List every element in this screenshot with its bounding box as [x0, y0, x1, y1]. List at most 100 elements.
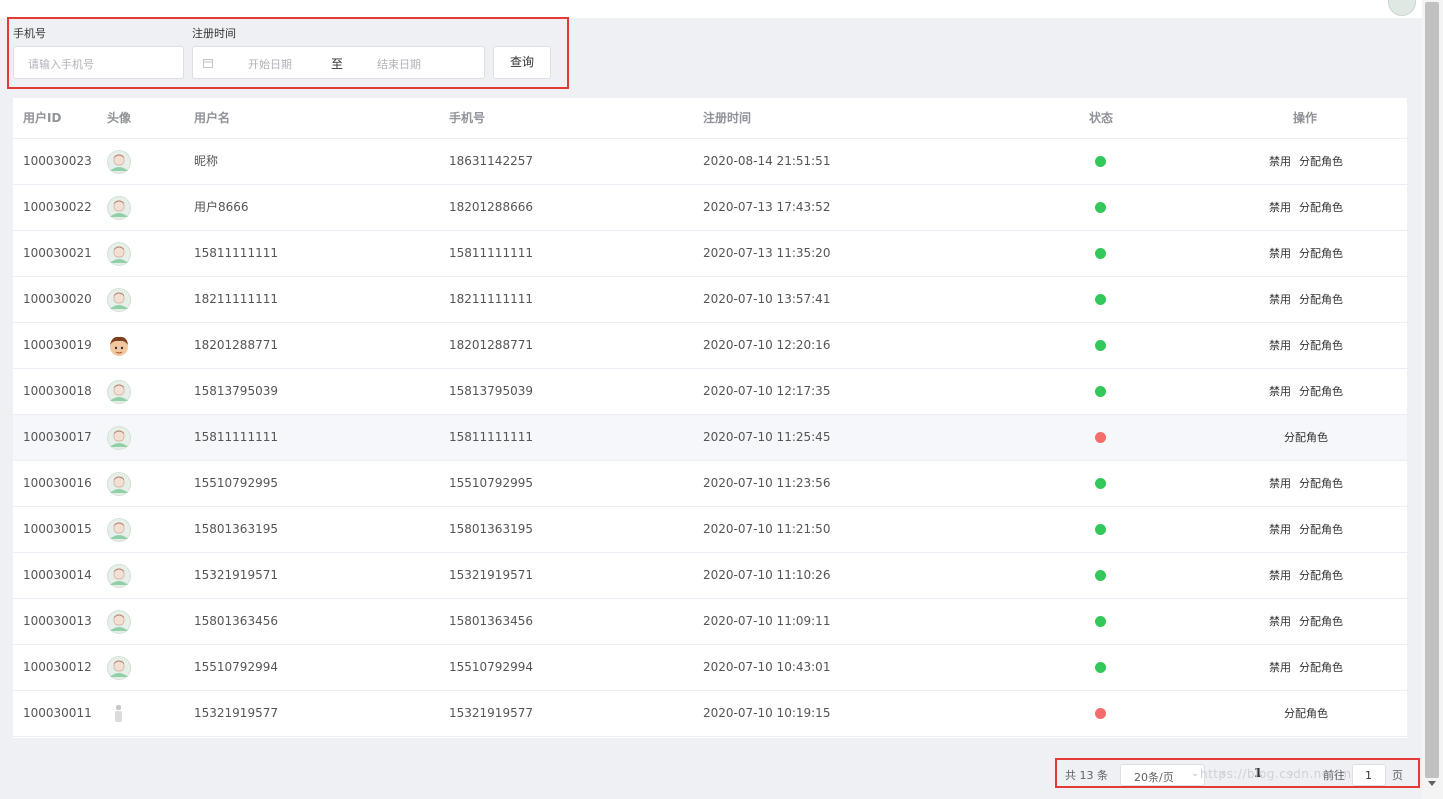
- status-dot-icon: [1095, 478, 1106, 489]
- cell-register-time: 2020-07-13 17:43:52: [703, 200, 831, 214]
- end-date-placeholder: 结束日期: [377, 58, 421, 71]
- user-avatar-icon: [107, 288, 131, 312]
- cell-username: 15321919577: [194, 706, 278, 720]
- table-row: 100030017 15811111111 15811111111 2020-07-1…: [13, 415, 1407, 461]
- cell-phone: 18211111111: [449, 292, 533, 306]
- cell-phone: 18201288771: [449, 338, 533, 352]
- cell-register-time: 2020-07-10 10:43:01: [703, 660, 831, 674]
- disable-user-button[interactable]: 禁用: [1269, 553, 1291, 598]
- cell-username: 18211111111: [194, 292, 278, 306]
- user-table: 用户ID 头像 用户名 手机号 注册时间 状态 操作 100030023 昵称 18…: [13, 98, 1407, 738]
- cell-username: 15321919571: [194, 568, 278, 582]
- cell-user-id: 100030019: [23, 338, 92, 352]
- table-row: 100030012 15510792994 15510792994 2020-07-1…: [13, 645, 1407, 691]
- assign-role-button[interactable]: 分配角色: [1299, 185, 1343, 230]
- cell-register-time: 2020-07-10 12:20:16: [703, 338, 831, 352]
- assign-role-button[interactable]: 分配角色: [1299, 369, 1343, 414]
- header-username: 用户名: [194, 111, 231, 125]
- scrollbar-thumb[interactable]: [1425, 2, 1439, 778]
- assign-role-button[interactable]: 分配角色: [1299, 507, 1343, 552]
- cell-username: 用户8666: [194, 200, 249, 214]
- cell-register-time: 2020-07-10 12:17:35: [703, 384, 831, 398]
- user-avatar-icon: [107, 564, 131, 588]
- header-status: 状态: [1089, 111, 1114, 125]
- disable-user-button[interactable]: 禁用: [1269, 461, 1291, 506]
- table-row: 100030011 15321919577 15321919577 2020-07-1…: [13, 691, 1407, 737]
- status-dot-icon: [1095, 570, 1106, 581]
- phone-search-input[interactable]: 请输入手机号: [13, 46, 184, 79]
- total-count: 共 13 条: [1065, 769, 1108, 782]
- assign-role-button[interactable]: 分配角色: [1299, 323, 1343, 368]
- cell-phone: 15811111111: [449, 430, 533, 444]
- user-avatar-icon: [107, 380, 131, 404]
- watermark-text: https://blog.csdn.net/m0_d: [1200, 767, 1375, 781]
- cell-username: 15811111111: [194, 246, 278, 260]
- status-dot-icon: [1095, 616, 1106, 627]
- disable-user-button[interactable]: 禁用: [1269, 599, 1291, 644]
- header-phone: 手机号: [449, 111, 486, 125]
- status-dot-icon: [1095, 340, 1106, 351]
- assign-role-button[interactable]: 分配角色: [1284, 691, 1328, 736]
- disable-user-button[interactable]: 禁用: [1269, 231, 1291, 276]
- cell-register-time: 2020-07-10 10:19:15: [703, 706, 831, 720]
- assign-role-button[interactable]: 分配角色: [1299, 139, 1343, 184]
- start-date-placeholder: 开始日期: [248, 58, 292, 71]
- disable-user-button[interactable]: 禁用: [1269, 139, 1291, 184]
- cell-register-time: 2020-07-10 11:09:11: [703, 614, 831, 628]
- cell-username: 15510792994: [194, 660, 278, 674]
- cell-user-id: 100030020: [23, 292, 92, 306]
- disable-user-button[interactable]: 禁用: [1269, 645, 1291, 690]
- page-size-value: 20条/页: [1134, 771, 1174, 784]
- goto-label: 前往: [1323, 769, 1345, 782]
- cell-username: 15510792995: [194, 476, 278, 490]
- chevron-down-icon: ⌄: [1191, 768, 1200, 779]
- assign-role-button[interactable]: 分配角色: [1299, 461, 1343, 506]
- cell-user-id: 100030022: [23, 200, 92, 214]
- date-filter-label: 注册时间: [192, 27, 236, 40]
- goto-page-input[interactable]: 1: [1352, 764, 1386, 786]
- goto-page-value: 1: [1365, 769, 1372, 782]
- disable-user-button[interactable]: 禁用: [1269, 185, 1291, 230]
- status-dot-icon: [1095, 708, 1106, 719]
- status-dot-icon: [1095, 156, 1106, 167]
- query-button[interactable]: 查询: [493, 46, 551, 79]
- scroll-down-arrow-icon[interactable]: [1428, 781, 1436, 786]
- user-avatar-icon: [107, 472, 131, 496]
- table-row: 100030018 15813795039 15813795039 2020-07-1…: [13, 369, 1407, 415]
- disable-user-button[interactable]: 禁用: [1269, 507, 1291, 552]
- table-row: 100030016 15510792995 15510792995 2020-07-1…: [13, 461, 1407, 507]
- cell-username: 18201288771: [194, 338, 278, 352]
- phone-filter-label: 手机号: [13, 27, 46, 40]
- date-range-picker[interactable]: 开始日期 至 结束日期: [192, 46, 485, 79]
- user-avatar-icon: [107, 242, 131, 266]
- assign-role-button[interactable]: 分配角色: [1299, 645, 1343, 690]
- disable-user-button[interactable]: 禁用: [1269, 369, 1291, 414]
- table-row: 100030022 用户8666 18201288666 2020-07-13 17:…: [13, 185, 1407, 231]
- assign-role-button[interactable]: 分配角色: [1299, 277, 1343, 322]
- cell-phone: 15321919577: [449, 706, 533, 720]
- assign-role-button[interactable]: 分配角色: [1284, 415, 1328, 460]
- cell-register-time: 2020-07-10 11:21:50: [703, 522, 831, 536]
- disable-user-button[interactable]: 禁用: [1269, 277, 1291, 322]
- cell-user-id: 100030021: [23, 246, 92, 260]
- table-row: 100030023 昵称 18631142257 2020-08-14 21:51:5…: [13, 139, 1407, 185]
- cell-register-time: 2020-08-14 21:51:51: [703, 154, 831, 168]
- table-row: 100030021 15811111111 15811111111 2020-07-1…: [13, 231, 1407, 277]
- cell-phone: 15801363195: [449, 522, 533, 536]
- assign-role-button[interactable]: 分配角色: [1299, 553, 1343, 598]
- table-row: 100030015 15801363195 15801363195 2020-07-1…: [13, 507, 1407, 553]
- cell-register-time: 2020-07-13 11:35:20: [703, 246, 831, 260]
- table-row: 100030013 15801363456 15801363456 2020-07-1…: [13, 599, 1407, 645]
- assign-role-button[interactable]: 分配角色: [1299, 231, 1343, 276]
- cell-user-id: 100030023: [23, 154, 92, 168]
- assign-role-button[interactable]: 分配角色: [1299, 599, 1343, 644]
- cell-username: 昵称: [194, 154, 219, 168]
- table-header: 用户ID 头像 用户名 手机号 注册时间 状态 操作: [13, 98, 1407, 139]
- top-bar: [0, 0, 1422, 18]
- status-dot-icon: [1095, 432, 1106, 443]
- cell-phone: 15321919571: [449, 568, 533, 582]
- header-actions: 操作: [1293, 111, 1318, 125]
- cell-username: 15801363195: [194, 522, 278, 536]
- page-size-select[interactable]: 20条/页 ⌄: [1120, 764, 1205, 786]
- disable-user-button[interactable]: 禁用: [1269, 323, 1291, 368]
